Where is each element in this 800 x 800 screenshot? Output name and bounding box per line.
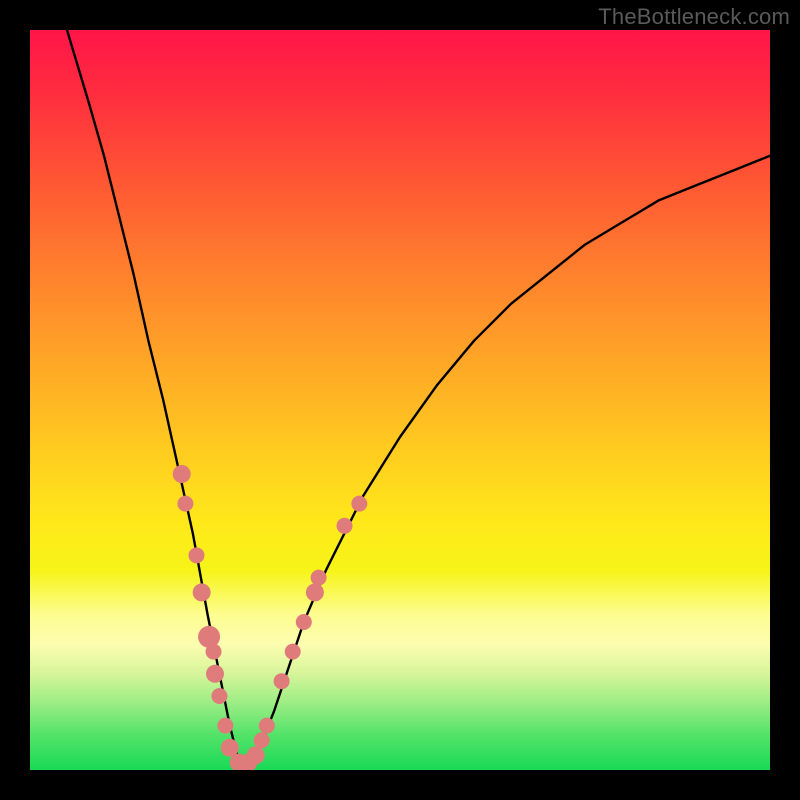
- data-marker: [177, 496, 193, 512]
- data-marker: [351, 496, 367, 512]
- data-marker: [211, 688, 227, 704]
- data-marker: [206, 665, 224, 683]
- data-marker: [173, 465, 191, 483]
- data-marker: [193, 583, 211, 601]
- chart-svg: [30, 30, 770, 770]
- marker-group: [173, 465, 368, 770]
- data-marker: [311, 570, 327, 586]
- watermark-text: TheBottleneck.com: [598, 4, 790, 30]
- bottleneck-curve: [67, 30, 770, 763]
- data-marker: [337, 518, 353, 534]
- data-marker: [296, 614, 312, 630]
- data-marker: [285, 644, 301, 660]
- data-marker: [259, 718, 275, 734]
- data-marker: [254, 732, 270, 748]
- plot-area: [30, 30, 770, 770]
- data-marker: [206, 644, 222, 660]
- data-marker: [274, 673, 290, 689]
- data-marker: [306, 583, 324, 601]
- data-marker: [247, 746, 265, 764]
- data-marker: [189, 547, 205, 563]
- data-marker: [217, 718, 233, 734]
- chart-frame: TheBottleneck.com: [0, 0, 800, 800]
